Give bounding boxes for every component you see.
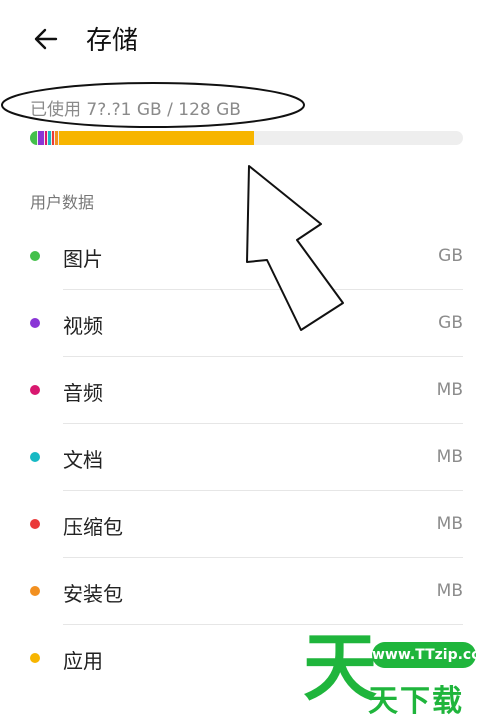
archives-color-dot [30, 519, 40, 529]
list-item-size: MB [436, 447, 463, 467]
usage-segment [55, 131, 58, 145]
storage-usage-bar [30, 131, 463, 145]
watermark-text: 天下载 [368, 684, 464, 719]
list-item-label: 文档 [63, 448, 103, 472]
usage-segment [30, 131, 37, 145]
list-item-label: 图片 [63, 247, 103, 271]
section-title-user-data: 用户数据 [30, 193, 95, 212]
usage-segment [58, 131, 254, 145]
list-item-label: 压缩包 [63, 515, 123, 539]
videos-color-dot [30, 318, 40, 328]
page-title: 存储 [86, 26, 139, 56]
list-item-size: GB [438, 313, 463, 333]
list-item-installers[interactable]: 安装包 MB [0, 558, 494, 625]
list-item-images[interactable]: 图片 GB [0, 223, 494, 290]
list-item-documents[interactable]: 文档 MB [0, 424, 494, 491]
list-item-label: 安装包 [63, 582, 123, 606]
audio-color-dot [30, 385, 40, 395]
app-header: 存储 [0, 0, 494, 80]
installers-color-dot [30, 586, 40, 596]
list-item-audio[interactable]: 音频 MB [0, 357, 494, 424]
list-item-size: MB [436, 581, 463, 601]
list-item-archives[interactable]: 压缩包 MB [0, 491, 494, 558]
usage-segment [37, 131, 44, 145]
list-item-label: 音频 [63, 381, 103, 405]
apps-color-dot [30, 653, 40, 663]
usage-segment [44, 131, 48, 145]
watermark-badge: www.TTzip.com [372, 642, 494, 668]
list-item-label: 视频 [63, 314, 103, 338]
back-arrow-icon[interactable] [30, 22, 64, 56]
list-item-size: MB [436, 380, 463, 400]
watermark-logo-char: 天 [303, 625, 377, 711]
list-item-size: MB [436, 514, 463, 534]
list-item-label: 应用 [63, 649, 103, 673]
category-list: 图片 GB 视频 GB 音频 MB 文档 MB 压缩包 MB 安装包 MB 应用 [0, 223, 494, 692]
usage-segment [48, 131, 51, 145]
list-item-size: GB [438, 246, 463, 266]
used-storage-label: 已使用 7?.?1 GB / 128 GB [30, 100, 241, 120]
documents-color-dot [30, 452, 40, 462]
list-item-videos[interactable]: 视频 GB [0, 290, 494, 357]
images-color-dot [30, 251, 40, 261]
usage-segment [51, 131, 55, 145]
